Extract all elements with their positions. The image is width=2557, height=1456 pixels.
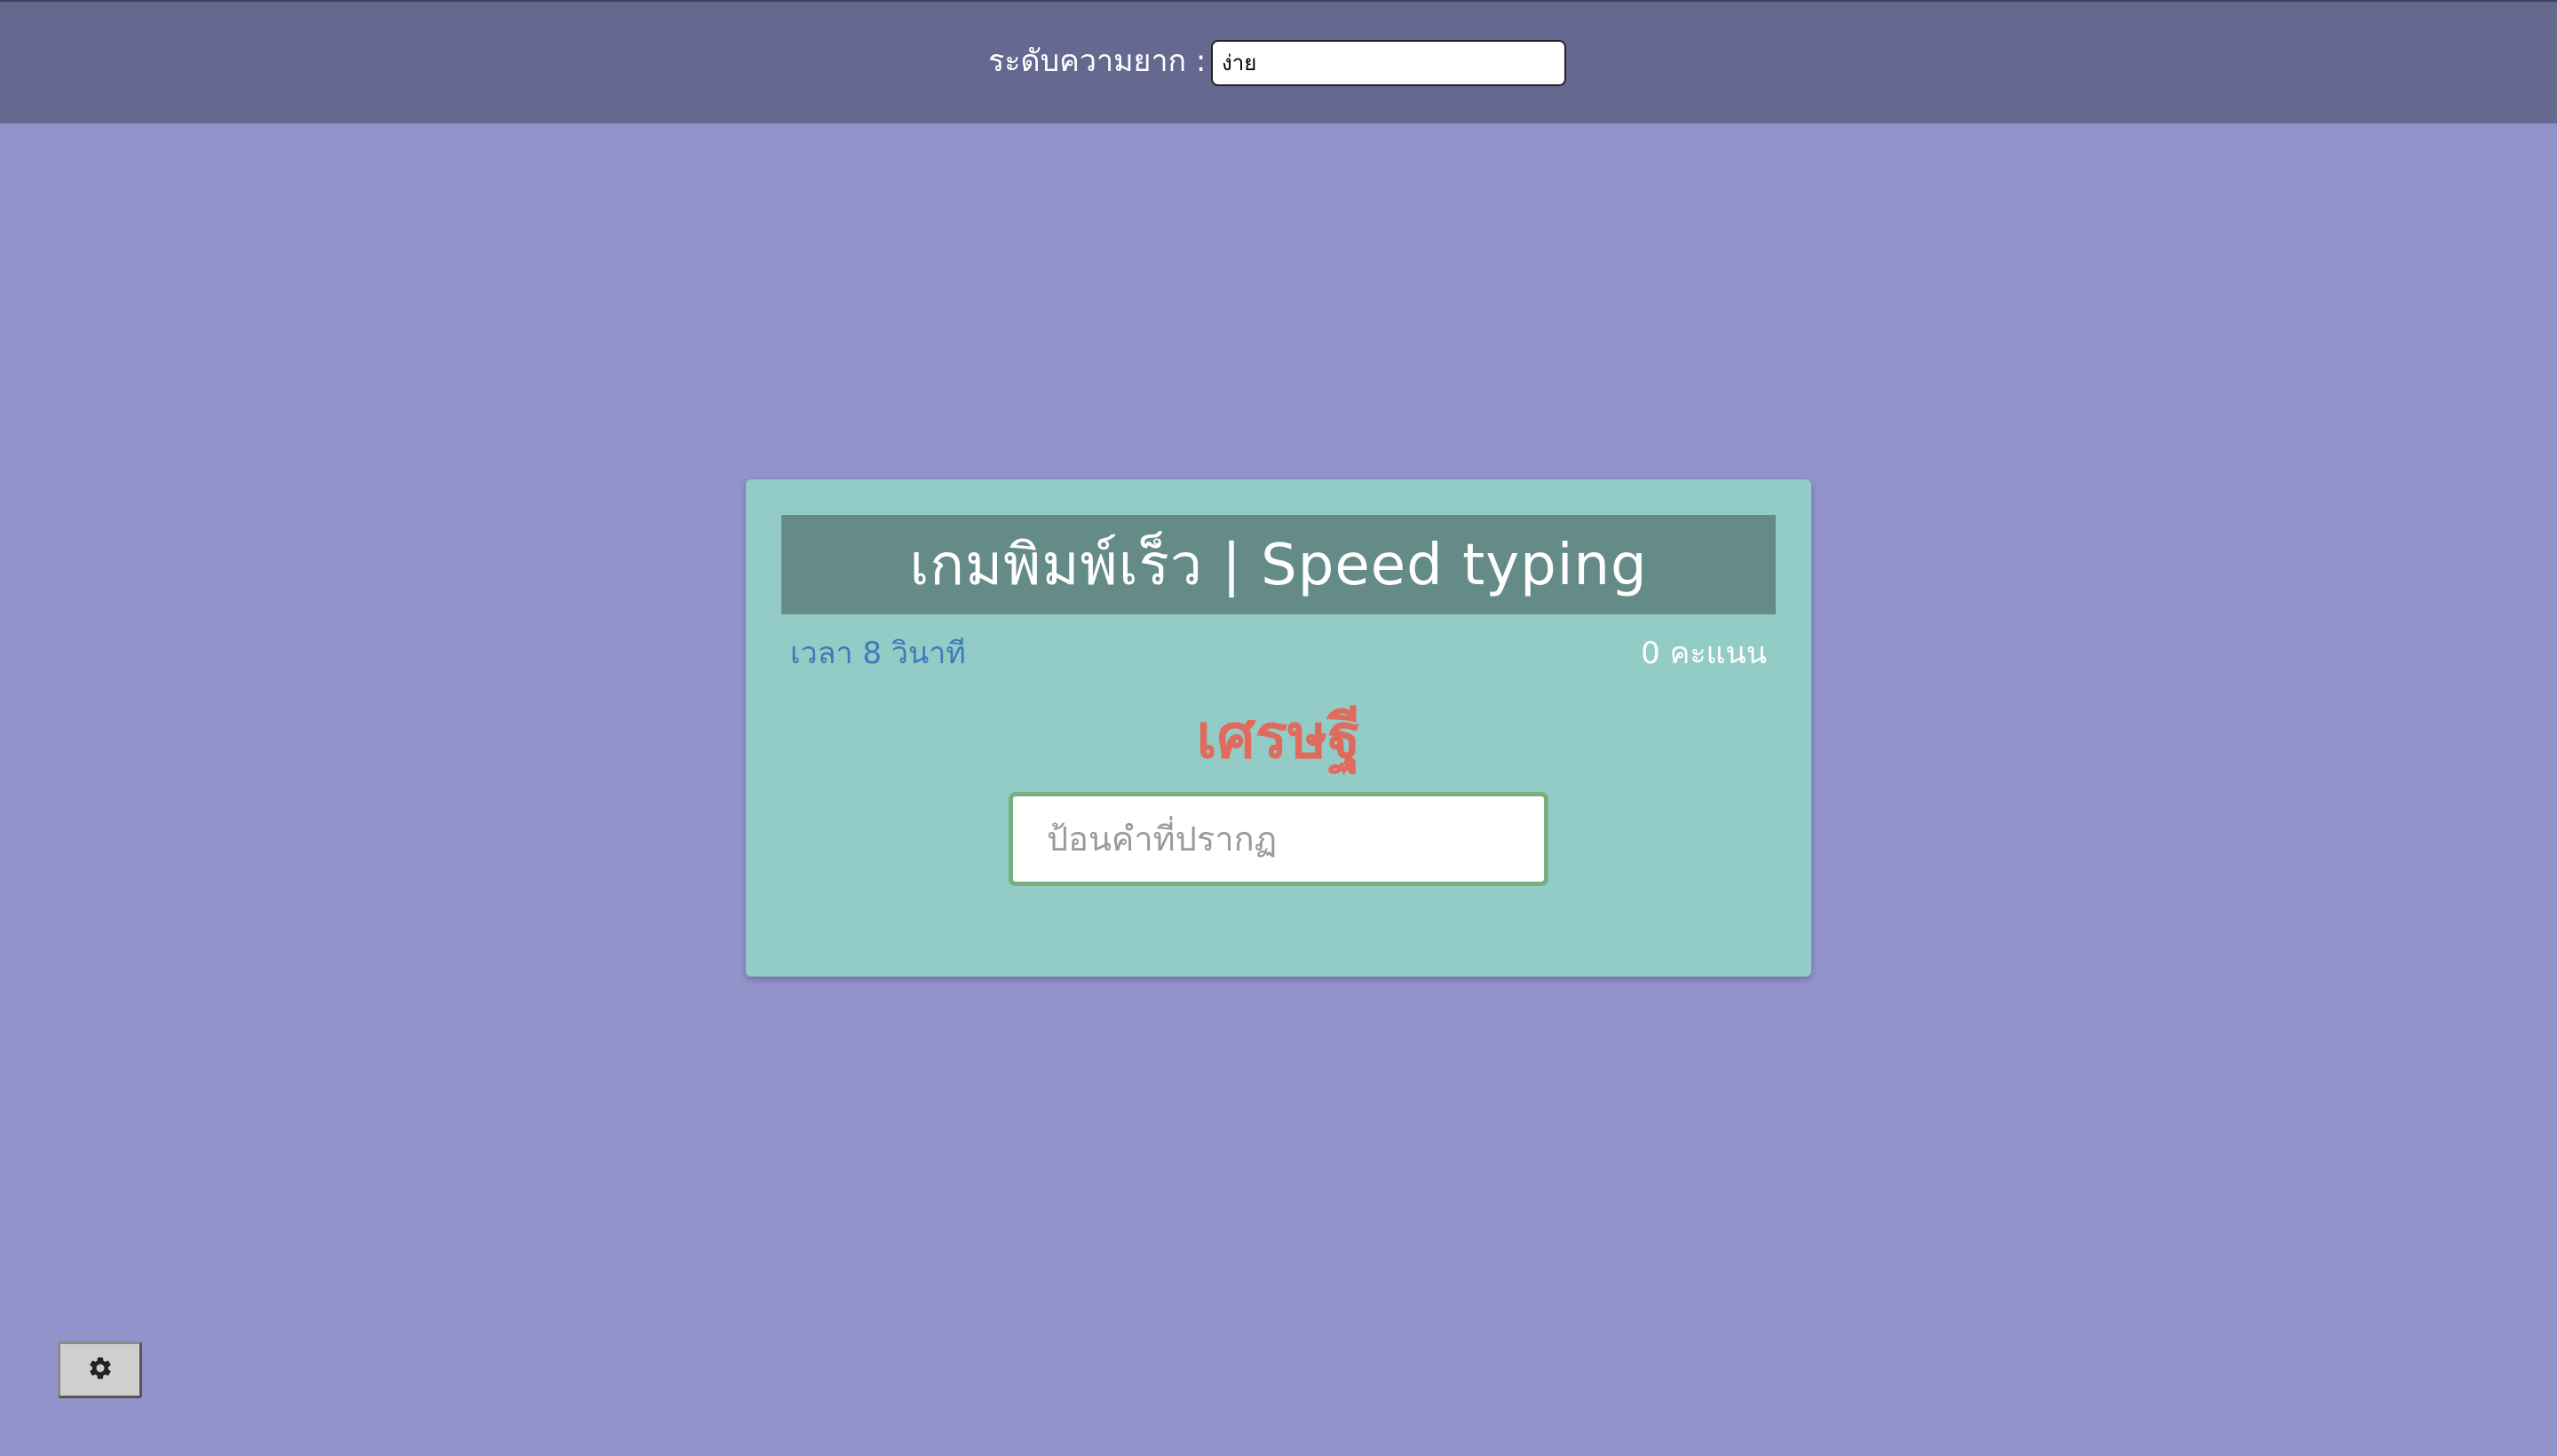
game-card: เกมพิมพ์เร็ว | Speed typing เวลา 8 วินาท… [746,479,1811,977]
settings-button[interactable] [58,1341,142,1398]
target-word: เศรษฐี [1196,702,1361,772]
time-remaining: เวลา 8 วินาที [790,636,966,671]
score-display: 0 คะแนน [1641,636,1767,671]
gear-icon [87,1355,114,1385]
top-bar: ระดับความยาก : ง่าย [0,0,2557,123]
game-title: เกมพิมพ์เร็ว | Speed typing [781,515,1776,614]
difficulty-select[interactable]: ง่าย [1211,40,1566,86]
difficulty-label: ระดับความยาก : [988,44,1207,79]
word-input[interactable] [1009,792,1548,886]
